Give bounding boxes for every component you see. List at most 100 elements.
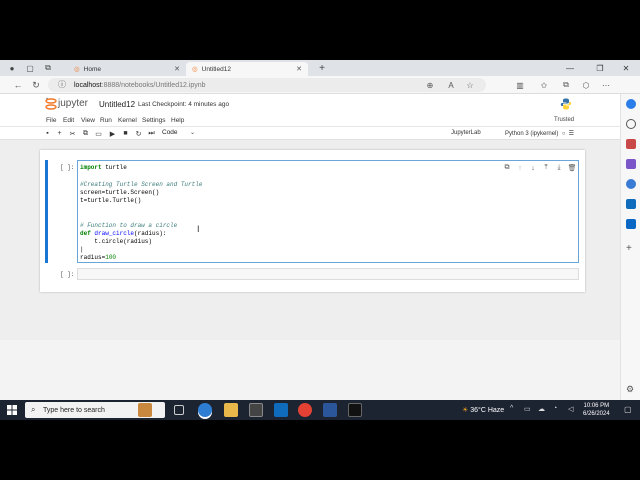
menu-view[interactable]: View bbox=[81, 117, 95, 124]
network-icon[interactable]: ▭ bbox=[524, 405, 531, 413]
code-text: turtle bbox=[101, 164, 127, 171]
chevron-down-icon[interactable]: ⌄ bbox=[190, 129, 195, 136]
workspaces-icon[interactable]: ▢ bbox=[24, 62, 36, 74]
jupyterlab-link[interactable]: JupyterLab bbox=[451, 130, 481, 136]
cell-type-select[interactable]: Code bbox=[162, 129, 178, 136]
tab-home[interactable]: ◎ Home ✕ bbox=[68, 62, 186, 76]
function-name: draw_circle bbox=[90, 230, 135, 237]
split-screen-icon[interactable]: ▥ bbox=[514, 79, 526, 91]
edge-sidebar: + ⚙ bbox=[620, 94, 640, 400]
weather-widget[interactable]: ☀ 36°C Haze bbox=[462, 406, 504, 414]
active-cell-indicator bbox=[45, 160, 48, 263]
close-tab-icon[interactable]: ✕ bbox=[296, 65, 302, 73]
close-window-icon[interactable]: ✕ bbox=[616, 60, 636, 76]
tab-untitled12[interactable]: ◎ Untitled12 ✕ bbox=[186, 62, 308, 76]
terminal-icon[interactable] bbox=[348, 403, 362, 417]
save-icon[interactable]: ▪ bbox=[43, 129, 52, 138]
copy-icon[interactable]: ⧉ bbox=[81, 129, 90, 138]
chrome-icon[interactable] bbox=[298, 403, 312, 417]
stop-icon[interactable]: ■ bbox=[121, 129, 130, 138]
run-icon[interactable]: ▶ bbox=[108, 129, 117, 138]
maximize-icon[interactable]: ❐ bbox=[590, 60, 610, 76]
trusted-indicator[interactable]: Trusted bbox=[554, 117, 574, 123]
notification-chevron-icon[interactable]: ^ bbox=[510, 405, 513, 412]
extensions-icon[interactable]: ⬡ bbox=[580, 79, 592, 91]
file-explorer-icon[interactable] bbox=[224, 403, 238, 417]
insert-above-icon[interactable]: ⤒ bbox=[542, 164, 550, 172]
tools-icon[interactable] bbox=[626, 159, 636, 169]
kernel-status[interactable]: Python 3 (ipykernel) ○ ☰ bbox=[505, 130, 574, 137]
cloud-icon[interactable]: ☁ bbox=[538, 405, 545, 413]
add-cell-icon[interactable]: + bbox=[55, 129, 64, 138]
delete-cell-icon[interactable]: 🗑 bbox=[568, 164, 577, 172]
tab-actions-icon[interactable]: ⧉ bbox=[42, 62, 54, 74]
code-line-3: #Creating Turtle Screen and Turtle bbox=[80, 181, 203, 188]
browser-tab-bar: ● ▢ ⧉ ◎ Home ✕ ◎ Untitled12 ✕ + — ❐ ✕ bbox=[0, 60, 640, 76]
menu-kernel[interactable]: Kernel bbox=[118, 117, 137, 124]
word-icon[interactable] bbox=[323, 403, 337, 417]
jupyter-brand: jupyter bbox=[58, 98, 89, 109]
notifications-icon[interactable]: ▢ bbox=[624, 405, 632, 414]
site-info-icon[interactable]: ⓘ bbox=[58, 79, 66, 90]
wifi-icon[interactable]: ◔ bbox=[553, 405, 557, 412]
collections-icon[interactable]: ⧉ bbox=[560, 79, 572, 91]
add-icon[interactable]: + bbox=[626, 244, 636, 254]
code-line-10: t.circle(radius) bbox=[80, 238, 153, 245]
read-aloud-icon[interactable]: A bbox=[445, 79, 457, 91]
clock[interactable]: 10:06 PM 6/26/2024 bbox=[583, 402, 610, 418]
search-icon: ⌕ bbox=[31, 405, 36, 414]
insert-below-icon[interactable]: ⤓ bbox=[555, 164, 563, 172]
volume-icon[interactable]: ◁ bbox=[568, 405, 573, 413]
tab-label: Home bbox=[83, 65, 102, 73]
clock-date: 6/26/2024 bbox=[583, 411, 610, 417]
search-highlight-icon[interactable] bbox=[138, 403, 152, 417]
close-tab-icon[interactable]: ✕ bbox=[174, 65, 180, 73]
menu-file[interactable]: File bbox=[46, 117, 56, 124]
games-icon[interactable] bbox=[626, 179, 636, 189]
menu-run[interactable]: Run bbox=[100, 117, 112, 124]
favorites-list-icon[interactable]: ✩ bbox=[538, 79, 550, 91]
code-text: radius= bbox=[80, 254, 106, 261]
new-tab-button[interactable]: + bbox=[316, 62, 328, 74]
search-icon[interactable] bbox=[626, 119, 636, 129]
cut-icon[interactable]: ✂ bbox=[68, 129, 77, 138]
settings-icon[interactable]: ⚙ bbox=[626, 384, 636, 394]
favorite-icon[interactable]: ☆ bbox=[464, 79, 476, 91]
search-placeholder: Type here to search bbox=[43, 406, 105, 414]
back-icon[interactable]: ← bbox=[12, 79, 24, 91]
copilot-icon[interactable] bbox=[626, 99, 636, 109]
store-icon[interactable] bbox=[249, 403, 263, 417]
windows-start-icon[interactable] bbox=[7, 405, 17, 415]
task-view-icon[interactable] bbox=[174, 405, 184, 415]
jupyter-logo-icon bbox=[45, 97, 57, 110]
paste-icon[interactable]: ▭ bbox=[94, 129, 103, 138]
zoom-icon[interactable]: ⊕ bbox=[424, 79, 436, 91]
menu-edit[interactable]: Edit bbox=[63, 117, 74, 124]
move-down-icon[interactable]: ↓ bbox=[529, 164, 537, 172]
tab-label: Untitled12 bbox=[201, 65, 231, 73]
restart-icon[interactable]: ↻ bbox=[134, 129, 143, 138]
shopping-icon[interactable] bbox=[626, 139, 636, 149]
python-logo-icon bbox=[560, 98, 572, 110]
send-icon[interactable] bbox=[626, 219, 636, 229]
edge-taskbar-icon[interactable] bbox=[198, 403, 212, 417]
code-cell-editor[interactable] bbox=[77, 160, 579, 263]
restart-run-all-icon[interactable]: ⏭ bbox=[147, 129, 156, 138]
profile-icon[interactable]: ● bbox=[6, 62, 18, 74]
refresh-icon[interactable]: ↻ bbox=[30, 79, 42, 91]
menu-help[interactable]: Help bbox=[171, 117, 184, 124]
number-literal: 100 bbox=[105, 254, 117, 261]
url-host: localhost bbox=[74, 81, 102, 89]
outlook-icon[interactable] bbox=[626, 199, 636, 209]
minimize-icon[interactable]: — bbox=[560, 60, 580, 76]
empty-code-cell[interactable] bbox=[77, 268, 579, 280]
menu-settings[interactable]: Settings bbox=[142, 117, 166, 124]
keyword: import bbox=[80, 164, 102, 171]
address-bar: ← ↻ ⓘ localhost:8888/notebooks/Untitled1… bbox=[0, 76, 640, 94]
mail-icon[interactable] bbox=[274, 403, 288, 417]
notebook-name[interactable]: Untitled12 bbox=[99, 100, 135, 109]
more-icon[interactable]: ⋯ bbox=[600, 79, 612, 91]
url-field[interactable]: ⓘ localhost:8888/notebooks/Untitled12.ip… bbox=[48, 78, 486, 92]
move-up-icon[interactable]: ↑ bbox=[516, 164, 524, 172]
duplicate-cell-icon[interactable]: ⧉ bbox=[503, 164, 511, 172]
